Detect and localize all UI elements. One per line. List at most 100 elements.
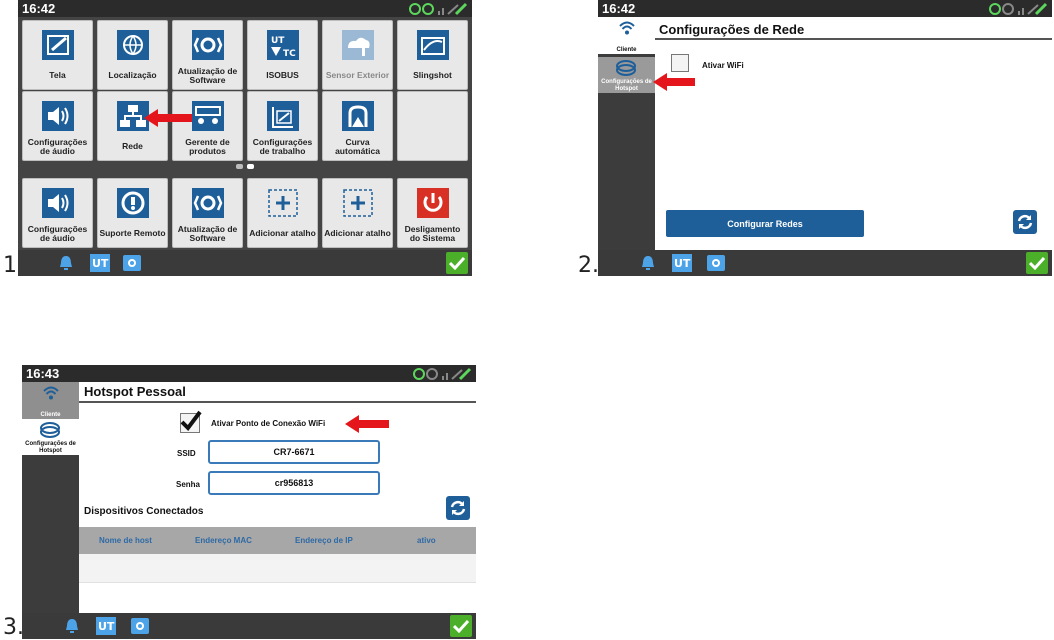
tile-speaker[interactable]: Configurações de áudio xyxy=(22,178,93,248)
status-bar: 16:42 xyxy=(598,0,1052,17)
hotspot-label: Ativar Ponto de Conexão WiFi xyxy=(211,419,326,428)
universal-terminal-icon[interactable]: UT xyxy=(672,253,692,273)
side-item-label: Cliente xyxy=(40,411,61,418)
status-icons xyxy=(988,0,1048,17)
column-active[interactable]: ativo xyxy=(417,536,436,545)
tile-add-shortcut[interactable]: Adicionar atalho xyxy=(322,178,393,248)
tile-label: Rede xyxy=(122,141,143,152)
tile-isobus[interactable]: UT TC ISOBUS xyxy=(247,20,318,90)
clock: 16:42 xyxy=(22,1,56,16)
auto-turn-icon xyxy=(340,99,376,133)
tile-speaker[interactable]: Configurações de áudio xyxy=(22,91,93,161)
gps-signal-icon xyxy=(413,367,472,380)
page-dot-active[interactable] xyxy=(247,163,254,169)
column-ip[interactable]: Endereço de IP xyxy=(295,536,353,545)
page-dot[interactable] xyxy=(236,163,243,169)
red-arrow-icon xyxy=(653,73,695,91)
devices-title: Dispositivos Conectados xyxy=(84,506,204,517)
status-bar: 16:43 xyxy=(22,365,476,382)
tile-label: Suporte Remoto xyxy=(99,228,166,239)
software-update-icon xyxy=(190,28,226,62)
status-icons xyxy=(412,365,472,382)
bottom-bar: UT xyxy=(18,250,472,276)
tile-label: Configurações de áudio xyxy=(27,223,88,243)
weather-sensor-icon xyxy=(340,28,376,62)
speaker-icon xyxy=(40,99,76,133)
tile-globe[interactable]: Localização xyxy=(97,20,168,90)
screen-network-settings: 16:42 Cliente Configurações de Hotspot C… xyxy=(598,0,1052,276)
tile-job-settings[interactable]: Configurações de trabalho xyxy=(247,91,318,161)
tile-label: Configurações de trabalho xyxy=(252,136,313,156)
tile-add-shortcut[interactable]: Adicionar atalho xyxy=(247,178,318,248)
title-divider xyxy=(655,38,1052,40)
bottom-bar: UT xyxy=(598,250,1052,276)
confirm-button[interactable] xyxy=(450,615,472,637)
column-hostname[interactable]: Nome de host xyxy=(99,536,152,545)
tile-power[interactable]: Desligamento do Sistema xyxy=(397,178,468,248)
gps-signal-icon xyxy=(989,2,1048,15)
refresh-icon xyxy=(450,500,466,516)
universal-terminal-icon[interactable]: UT xyxy=(96,616,116,636)
wifi-icon xyxy=(619,21,635,35)
hotspot-icon xyxy=(40,422,60,438)
clock: 16:42 xyxy=(602,1,636,16)
bell-icon[interactable] xyxy=(56,253,76,273)
tile-display-settings[interactable]: Tela xyxy=(22,20,93,90)
red-arrow-icon xyxy=(345,415,389,433)
globe-icon xyxy=(115,28,151,62)
devices-table-header: Nome de host Endereço MAC Endereço de IP… xyxy=(79,527,476,554)
configure-networks-button[interactable]: Configurar Redes xyxy=(666,210,864,237)
confirm-button[interactable] xyxy=(446,252,468,274)
bell-icon[interactable] xyxy=(62,616,82,636)
tile-label: Atualização de Software xyxy=(177,223,238,243)
tile-remote-support[interactable]: Suporte Remoto xyxy=(97,178,168,248)
tile-label: Tela xyxy=(49,70,66,81)
refresh-icon xyxy=(1017,214,1033,230)
side-item-client[interactable]: Cliente xyxy=(598,17,655,54)
tile-software-update[interactable]: Atualização de Software xyxy=(172,178,243,248)
side-item-label: Cliente xyxy=(616,46,637,53)
tile-label: Desligamento do Sistema xyxy=(404,223,461,243)
bottom-bar: UT xyxy=(22,613,476,639)
software-update-icon xyxy=(190,186,226,220)
camera-icon[interactable] xyxy=(122,253,142,273)
step-number-3: 3. xyxy=(3,615,24,640)
ssid-label: SSID xyxy=(177,449,196,458)
side-item-client[interactable]: Cliente xyxy=(22,382,79,419)
bell-icon[interactable] xyxy=(638,253,658,273)
wifi-checkbox[interactable] xyxy=(671,54,689,72)
camera-icon[interactable] xyxy=(706,253,726,273)
tile-empty xyxy=(397,91,468,161)
refresh-button[interactable] xyxy=(446,496,470,520)
side-menu: Cliente Configurações de Hotspot xyxy=(22,382,79,613)
hotspot-icon xyxy=(616,60,636,76)
step-number-2: 2. xyxy=(578,253,599,278)
status-icons xyxy=(408,0,468,17)
add-shortcut-icon xyxy=(340,186,376,220)
tile-slingshot[interactable]: Slingshot xyxy=(397,20,468,90)
tile-label: Localização xyxy=(108,70,157,81)
ssid-field[interactable]: CR7-6671 xyxy=(208,440,380,464)
clock: 16:43 xyxy=(26,366,60,381)
confirm-button[interactable] xyxy=(1026,252,1048,274)
wifi-icon xyxy=(43,386,59,400)
side-menu: Cliente Configurações de Hotspot xyxy=(598,17,655,250)
universal-terminal-icon[interactable]: UT xyxy=(90,253,110,273)
password-field[interactable]: cr956813 xyxy=(208,471,380,495)
side-item-label: Configurações de Hotspot xyxy=(601,79,652,92)
column-mac[interactable]: Endereço MAC xyxy=(195,536,252,545)
gps-signal-icon xyxy=(409,2,468,15)
tile-label: Curva automática xyxy=(335,136,380,156)
refresh-button[interactable] xyxy=(1013,210,1037,234)
svg-text:UT: UT xyxy=(92,257,109,270)
tile-weather-sensor[interactable]: Sensor Exterior xyxy=(322,20,393,90)
remote-support-icon xyxy=(115,186,151,220)
side-item-hotspot[interactable]: Configurações de Hotspot xyxy=(598,57,655,93)
red-arrow-icon xyxy=(144,109,192,127)
side-item-hotspot[interactable]: Configurações de Hotspot xyxy=(22,419,79,455)
tile-auto-turn[interactable]: Curva automática xyxy=(322,91,393,161)
tile-software-update[interactable]: Atualização de Software xyxy=(172,20,243,90)
hotspot-checkbox[interactable] xyxy=(180,410,202,433)
password-label: Senha xyxy=(176,480,201,489)
camera-icon[interactable] xyxy=(130,616,150,636)
